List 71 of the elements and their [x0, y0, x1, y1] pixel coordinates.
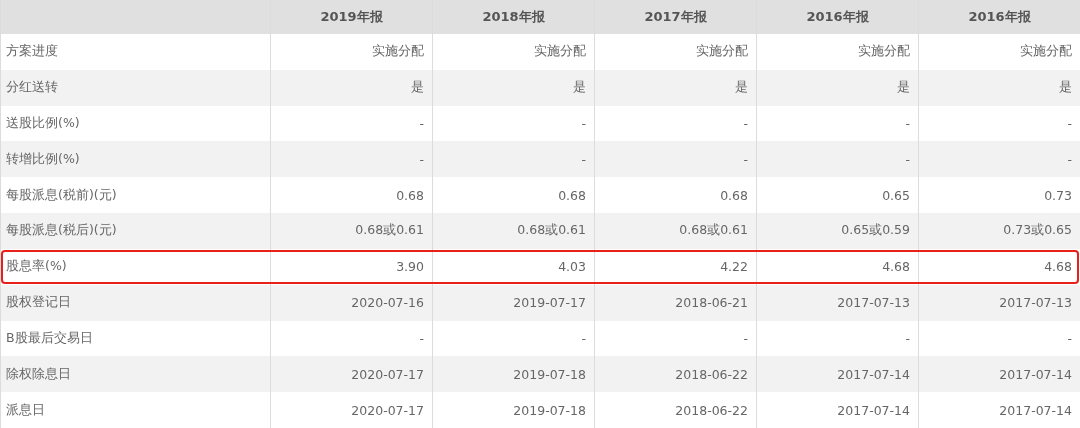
- row-label: 分红送转: [6, 79, 58, 97]
- table-cell: -: [743, 151, 748, 167]
- table-cell: -: [1067, 330, 1072, 346]
- table-cell: 0.68: [396, 187, 424, 203]
- table-cell: 0.65或0.59: [841, 222, 910, 240]
- table-cell: 实施分配: [696, 43, 748, 61]
- table-cell: -: [1067, 116, 1072, 132]
- table-cell: 2017-07-13: [999, 295, 1072, 311]
- table-cell: 4.22: [720, 259, 748, 275]
- table-cell: -: [581, 151, 586, 167]
- table-cell: -: [743, 116, 748, 132]
- table-cell: 2018-06-21: [675, 295, 748, 311]
- table-cell: 4.68: [1044, 259, 1072, 275]
- table-cell: 0.68或0.61: [679, 222, 748, 240]
- table-cell: -: [905, 116, 910, 132]
- table-cell: 2018-06-22: [675, 366, 748, 382]
- table-cell: 2019-07-17: [513, 295, 586, 311]
- table-cell: 2017-07-14: [837, 402, 910, 418]
- column-header: 2016年报: [806, 8, 869, 26]
- table-cell: 实施分配: [372, 43, 424, 61]
- table-cell: -: [1067, 151, 1072, 167]
- table-cell: 0.65: [882, 187, 910, 203]
- table-cell: -: [419, 116, 424, 132]
- table-cell: -: [905, 151, 910, 167]
- table-cell: 2017-07-14: [999, 402, 1072, 418]
- table-cell: -: [581, 330, 586, 346]
- table-cell: 0.68或0.61: [517, 222, 586, 240]
- row-label: 每股派息(税后)(元): [6, 222, 117, 240]
- table-cell: 0.68: [558, 187, 586, 203]
- row-label: 送股比例(%): [6, 115, 80, 133]
- table-cell: -: [419, 151, 424, 167]
- table-cell: 0.68: [720, 187, 748, 203]
- table-cell: 2017-07-14: [999, 366, 1072, 382]
- table-cell: 4.68: [882, 259, 910, 275]
- row-label: 每股派息(税前)(元): [6, 186, 117, 204]
- column-header: 2017年报: [644, 8, 707, 26]
- table-cell: 4.03: [558, 259, 586, 275]
- row-label: B股最后交易日: [6, 329, 93, 347]
- table-cell: 3.90: [396, 259, 424, 275]
- table-cell: 0.73: [1044, 187, 1072, 203]
- table-cell: 2020-07-17: [351, 402, 424, 418]
- row-label: 股息率(%): [6, 258, 67, 276]
- table-cell: 2019-07-18: [513, 402, 586, 418]
- table-cell: 实施分配: [1020, 43, 1072, 61]
- table-cell: -: [419, 330, 424, 346]
- row-label: 方案进度: [6, 43, 58, 61]
- column-header: 2019年报: [320, 8, 383, 26]
- table-cell: 是: [573, 79, 586, 97]
- table-cell: 2020-07-17: [351, 366, 424, 382]
- row-label: 股权登记日: [6, 294, 71, 312]
- table-cell: 2017-07-14: [837, 366, 910, 382]
- row-label: 转增比例(%): [6, 150, 80, 168]
- table-cell: 2019-07-18: [513, 366, 586, 382]
- table-cell: -: [905, 330, 910, 346]
- table-cell: 实施分配: [858, 43, 910, 61]
- table-cell: 2018-06-22: [675, 402, 748, 418]
- table-cell: 是: [735, 79, 748, 97]
- column-header: 2018年报: [482, 8, 545, 26]
- column-header: 2016年报: [968, 8, 1031, 26]
- table-cell: 实施分配: [534, 43, 586, 61]
- table-cell: 是: [897, 79, 910, 97]
- table-cell: 2017-07-13: [837, 295, 910, 311]
- table-cell: 0.73或0.65: [1003, 222, 1072, 240]
- row-label: 派息日: [6, 401, 45, 419]
- table-cell: -: [581, 116, 586, 132]
- table-cell: 是: [411, 79, 424, 97]
- table-cell: 2020-07-16: [351, 295, 424, 311]
- table-cell: 0.68或0.61: [355, 222, 424, 240]
- table-cell: -: [743, 330, 748, 346]
- table-cell: 是: [1059, 79, 1072, 97]
- row-label: 除权除息日: [6, 365, 71, 383]
